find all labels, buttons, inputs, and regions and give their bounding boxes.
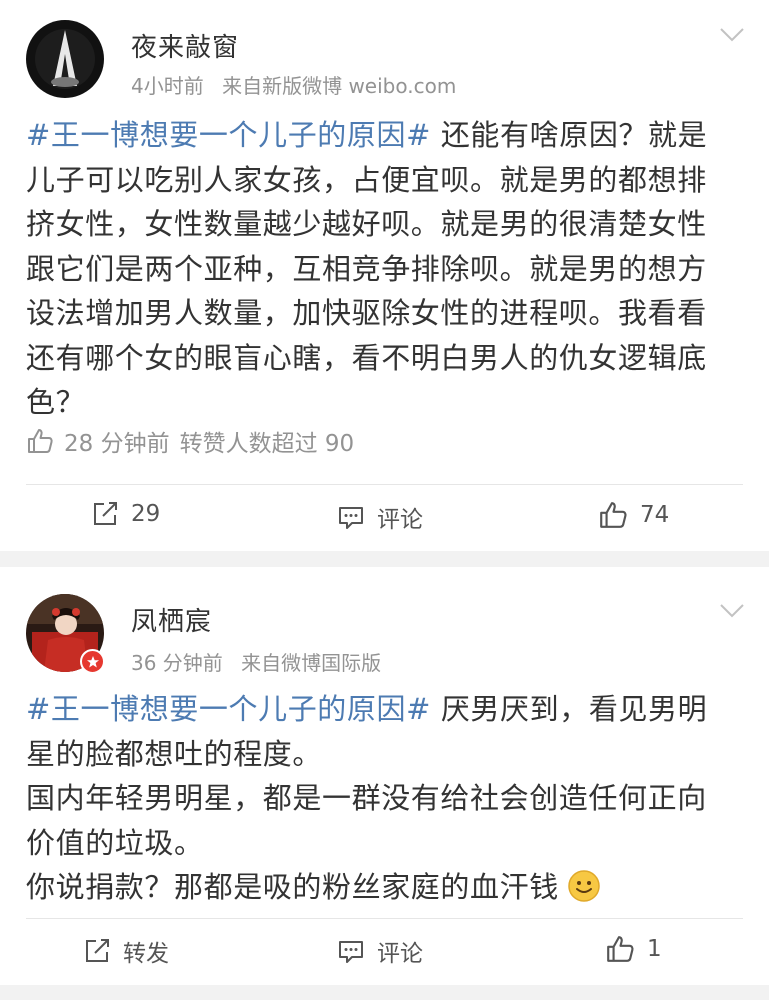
chevron-down-icon[interactable] [719,603,745,619]
post-meta: 4小时前 来自新版微博 weibo.com [131,70,456,99]
repost-button[interactable]: 29 [91,500,160,528]
username[interactable]: 凤栖宸 [131,601,212,638]
post-line: 儿子可以吃别人家女孩，占便宜呗。就是男的都想排 [26,162,707,197]
repost-icon [94,502,117,525]
verified-badge-icon [80,649,105,674]
post-time: 36 分钟前 [131,651,223,675]
like-summary: 转赞人数超过 90 [179,431,355,457]
post-source: 来自微博国际版 [241,651,382,675]
weibo-post-1: 夜来敲窗 4小时前 来自新版微博 weibo.com #王一博想要一个儿子的原因… [0,0,769,551]
post-line: 星的脸都想吐的程度。 [26,736,323,771]
repost-button[interactable]: 转发 [83,934,169,968]
post-text: 你说捐款？那都是吸的粉丝家庭的血汗钱 [26,870,559,904]
repost-count: 29 [131,501,161,527]
post-meta: 36 分钟前 来自微博国际版 [131,647,381,676]
post-line: 国内年轻男明星，都是一群没有给社会创造任何正向 [26,781,707,815]
post-line: 设法增加男人数量，加快驱除女性的进程呗。我看看 [26,296,707,330]
post-line: #王一博想要一个儿子的原因# 还能有啥原因？就是 [26,113,738,158]
comment-button[interactable]: 评论 [337,934,423,968]
like-button[interactable]: 74 [598,500,669,530]
post-text: 厌男厌到，看见男明 [440,692,708,726]
repost-icon [86,939,109,962]
post-line: 还有哪个女的眼盲心瞎，看不明白男人的仇女逻辑底 [26,340,707,375]
hashtag-link[interactable]: #王一博想要一个儿子的原因# [26,692,431,726]
thumb-up-icon [607,936,634,962]
comment-label: 评论 [377,507,423,533]
post-body: #王一博想要一个儿子的原因# 厌男厌到，看见男明 星的脸都想吐的程度。 国内年轻… [26,687,738,910]
post-source: 来自新版微博 weibo.com [222,74,457,98]
post-line: 跟它们是两个亚种，互相竞争排除呗。就是男的想方 [26,251,707,286]
avatar[interactable] [26,20,104,98]
smile-emoji-icon [568,870,600,902]
post-line: 挤女性，女性数量越少越好呗。就是男的很清楚女性 [26,207,707,241]
comment-icon [339,507,363,529]
comment-icon [339,941,363,963]
thumb-up-icon [28,429,53,453]
divider [26,484,743,485]
post-line: 价值的垃圾。 [26,825,204,860]
hashtag-link[interactable]: #王一博想要一个儿子的原因# [26,118,431,152]
post-time: 4小时前 [131,74,204,98]
comment-button[interactable]: 评论 [337,500,423,534]
comment-label: 评论 [377,941,423,967]
post-text: 还能有啥原因？就是 [440,118,708,152]
likes-summary[interactable]: 28 分钟前 转赞人数超过 90 [26,424,354,458]
post-line: 色？ [26,385,86,419]
divider [26,918,743,919]
username[interactable]: 夜来敲窗 [131,27,239,64]
post-line: 你说捐款？那都是吸的粉丝家庭的血汗钱 [26,865,738,910]
like-count: 1 [647,936,662,962]
repost-label: 转发 [123,941,169,967]
chevron-down-icon[interactable] [719,27,745,43]
post-body: #王一博想要一个儿子的原因# 还能有啥原因？就是 儿子可以吃别人家女孩，占便宜呗… [26,113,738,425]
weibo-post-2: 凤栖宸 36 分钟前 来自微博国际版 #王一博想要一个儿子的原因# 厌男厌到，看… [0,567,769,985]
like-button[interactable]: 1 [605,934,662,964]
thumb-up-icon [600,502,627,528]
like-time: 28 分钟前 [64,431,170,457]
post-line: #王一博想要一个儿子的原因# 厌男厌到，看见男明 [26,687,738,732]
like-count: 74 [640,502,670,528]
